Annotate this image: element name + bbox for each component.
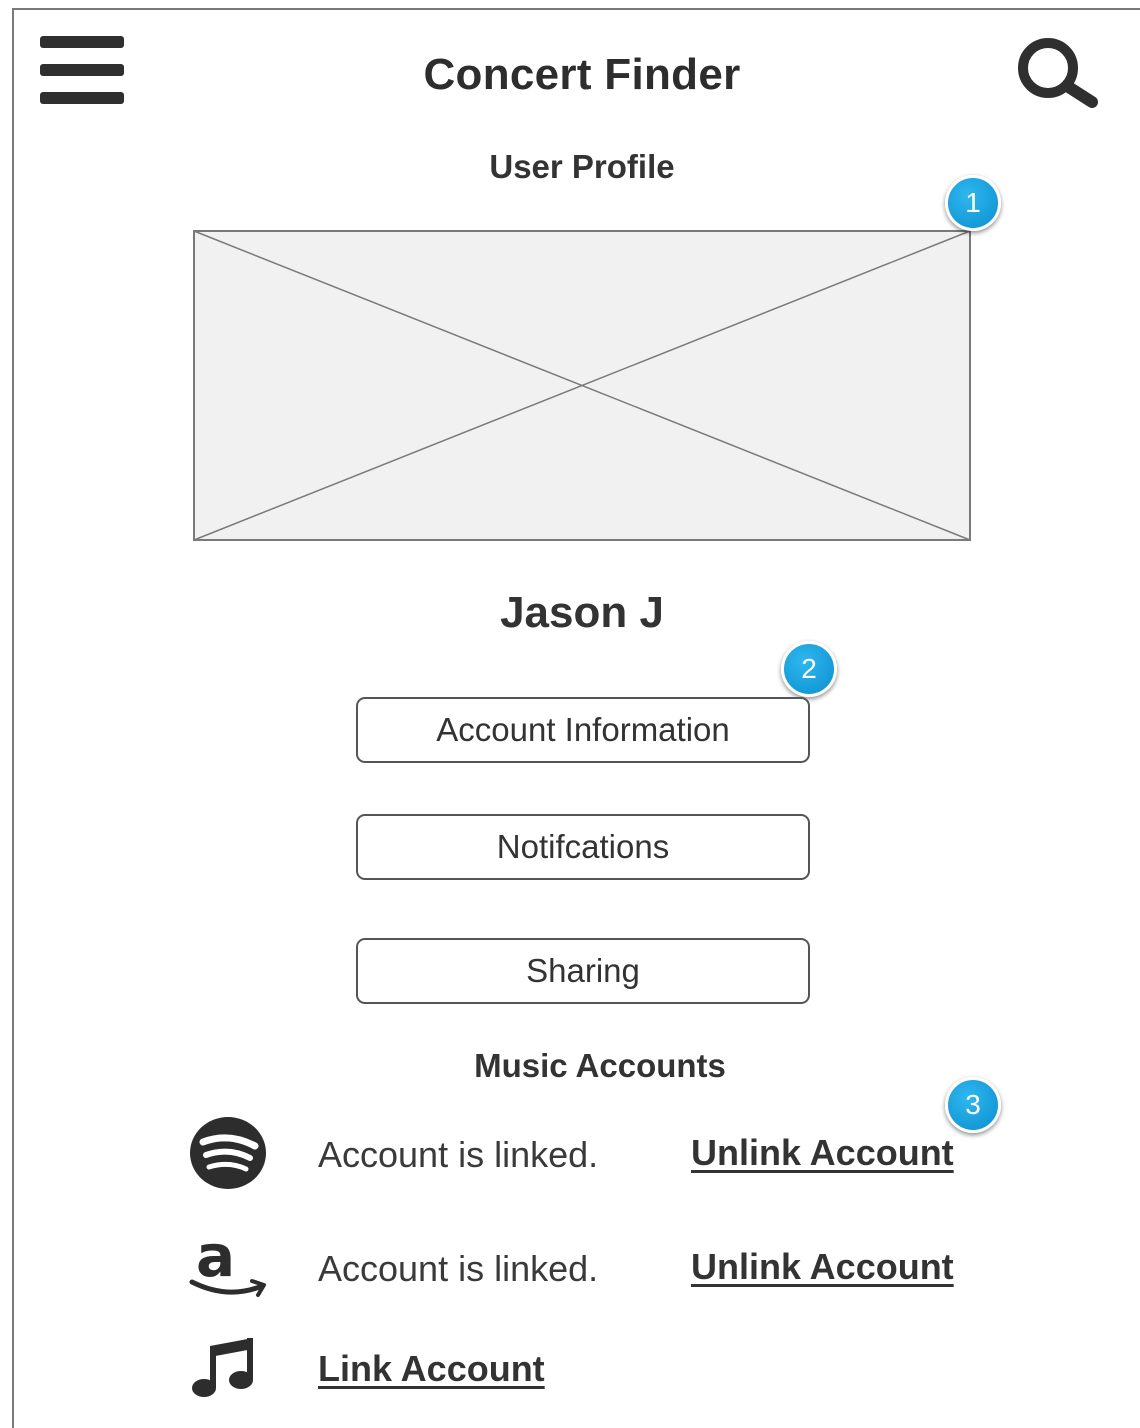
svg-text:a: a <box>196 1232 235 1290</box>
user-name: Jason J <box>500 588 664 637</box>
amazon-unlink-link[interactable]: Unlink Account <box>691 1246 954 1288</box>
annotation-badge-3: 3 <box>945 1077 1001 1133</box>
search-icon[interactable] <box>1012 34 1104 110</box>
sharing-button[interactable]: Sharing <box>356 938 810 1004</box>
app-title: Concert Finder <box>423 50 741 99</box>
spotify-status: Account is linked. <box>318 1134 599 1175</box>
amazon-icon: a <box>188 1222 270 1307</box>
spotify-icon <box>189 1116 267 1195</box>
annotation-badge-1: 1 <box>945 175 1001 231</box>
spotify-unlink-link[interactable]: Unlink Account <box>691 1132 954 1174</box>
account-information-button[interactable]: Account Information <box>356 697 810 763</box>
notifications-button[interactable]: Notifcations <box>356 814 810 880</box>
amazon-status: Account is linked. <box>318 1248 599 1289</box>
annotation-badge-2: 2 <box>781 641 837 697</box>
link-account-link[interactable]: Link Account <box>318 1348 545 1390</box>
profile-image-placeholder[interactable] <box>193 230 971 541</box>
music-note-icon <box>190 1336 256 1405</box>
